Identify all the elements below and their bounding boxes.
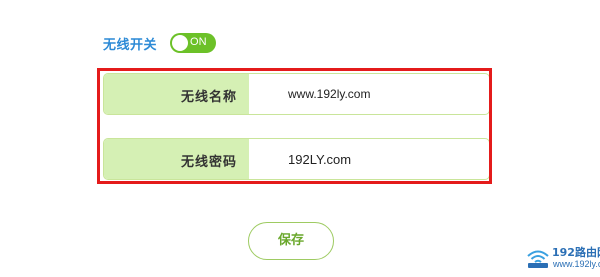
watermark-brand: 192路由网 bbox=[552, 246, 600, 259]
wireless-switch-label: 无线开关 bbox=[103, 37, 158, 53]
highlight-annotation-box bbox=[97, 68, 492, 184]
save-button[interactable]: 保存 bbox=[248, 222, 334, 260]
wireless-settings-page: 无线开关 ON 无线名称 www.192ly.com 无线密码 192LY.co… bbox=[0, 0, 600, 277]
watermark-url: www.192ly.com bbox=[553, 259, 600, 269]
wireless-switch-row: 无线开关 ON bbox=[103, 32, 217, 54]
toggle-state-text: ON bbox=[190, 36, 207, 48]
wifi-signal-icon bbox=[527, 250, 549, 268]
wireless-toggle[interactable]: ON bbox=[170, 33, 217, 53]
toggle-knob bbox=[172, 35, 189, 51]
site-watermark: 192路由网 www.192ly.com bbox=[526, 243, 600, 273]
